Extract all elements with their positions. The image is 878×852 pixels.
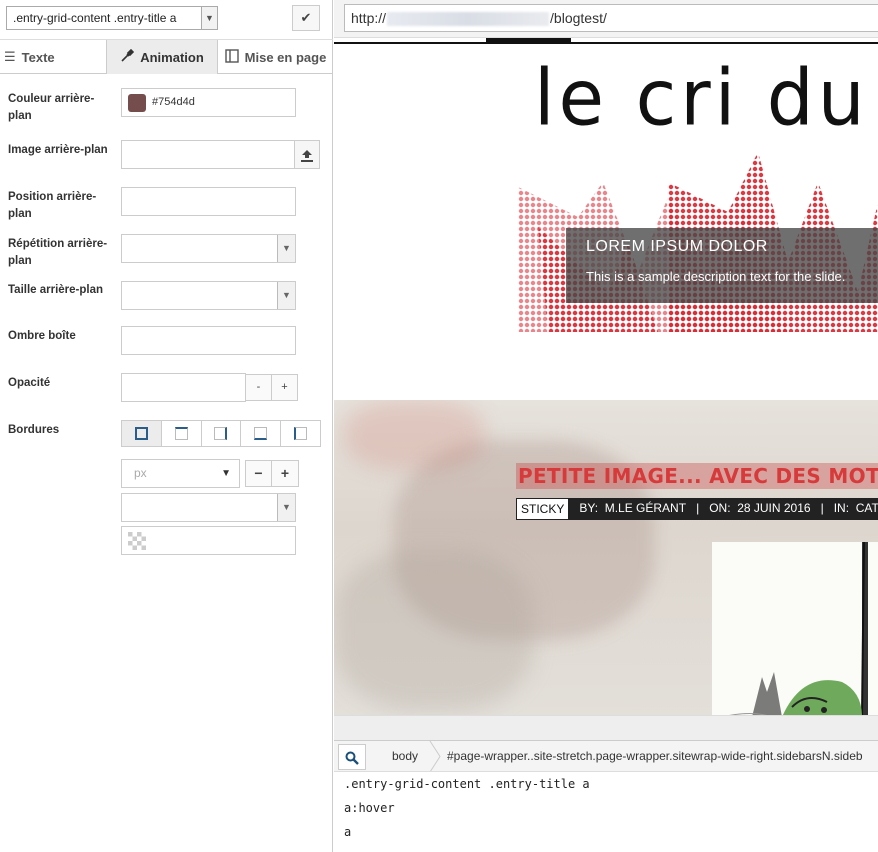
url-suffix: /blogtest/ xyxy=(550,10,607,26)
align-left-icon: ☰ xyxy=(4,49,16,64)
css-selector-value: .entry-grid-content .entry-title a xyxy=(13,11,177,25)
opacity-increase-button[interactable]: + xyxy=(271,374,298,401)
editor-toolbar: .entry-grid-content .entry-title a ▼ ✔ xyxy=(0,0,333,40)
search-icon xyxy=(345,751,359,765)
tab-mise-en-page-label: Mise en page xyxy=(244,49,327,65)
bg-position-input[interactable] xyxy=(121,187,296,216)
check-icon: ✔ xyxy=(300,10,312,25)
post-meta: STICKY BY: M.LE GÉRANT | ON: 28 JUIN 201… xyxy=(516,498,878,520)
chevron-down-icon[interactable]: ▼ xyxy=(201,7,217,29)
post-title-link[interactable]: PETITE IMAGE... AVEC DES MOTS « xyxy=(516,463,878,489)
border-width-decrease-button[interactable]: − xyxy=(245,460,272,487)
header-rule xyxy=(334,42,878,44)
box-shadow-input[interactable] xyxy=(121,326,296,355)
tab-animation[interactable]: Animation xyxy=(107,40,218,74)
tab-mise-en-page[interactable]: Mise en page xyxy=(218,40,333,74)
opacity-label: Opacité xyxy=(8,377,51,389)
bg-repeat-label: Répétition arrière-plan xyxy=(8,238,108,267)
inspect-search-button[interactable] xyxy=(338,744,366,770)
caret-down-icon: ▼ xyxy=(221,468,231,479)
bg-image-label: Image arrière-plan xyxy=(8,144,108,156)
css-rule-item[interactable]: a:hover xyxy=(344,801,395,815)
css-rule-item[interactable]: a xyxy=(344,825,351,839)
panel-resize-bar[interactable] xyxy=(334,715,878,741)
border-right-icon xyxy=(214,427,228,440)
box-shadow-label: Ombre boîte xyxy=(8,330,76,342)
border-width-increase-button[interactable]: + xyxy=(271,460,299,487)
breadcrumb-chevron-icon xyxy=(429,741,441,771)
upload-button[interactable] xyxy=(294,140,320,169)
bg-color-label: Couleur arrière-plan xyxy=(8,93,95,122)
url-prefix: http:// xyxy=(351,10,387,26)
chevron-down-icon: ▼ xyxy=(277,235,295,262)
layout-icon xyxy=(224,48,239,66)
by-label: BY: xyxy=(579,501,599,515)
borders-label: Bordures xyxy=(8,424,60,436)
category-value: CAT A, xyxy=(855,501,878,515)
css-selector-dropdown[interactable]: .entry-grid-content .entry-title a ▼ xyxy=(6,6,218,30)
bg-color-field[interactable]: #754d4d xyxy=(121,88,296,117)
border-top-button[interactable] xyxy=(161,421,202,446)
bg-color-value: #754d4d xyxy=(152,96,195,108)
bg-image-input[interactable] xyxy=(121,140,296,169)
apply-check-button[interactable]: ✔ xyxy=(292,5,320,31)
breadcrumb-item-body[interactable]: body xyxy=(392,741,418,771)
color-swatch[interactable] xyxy=(128,94,146,112)
address-bar-container: http:// /blogtest/ xyxy=(334,0,878,38)
border-unit-select[interactable]: px ▼ xyxy=(121,459,240,488)
preview-area: http:// /blogtest/ le cri du LOREM IPSUM … xyxy=(334,0,878,852)
border-top-icon xyxy=(174,427,188,440)
breadcrumb-item-page-wrapper[interactable]: #page-wrapper..site-stretch.page-wrapper… xyxy=(447,741,863,771)
bg-size-select[interactable]: ▼ xyxy=(121,281,296,310)
eyedropper-icon xyxy=(120,48,135,66)
post-category[interactable]: IN: CAT A, xyxy=(824,498,878,520)
bg-repeat-select[interactable]: ▼ xyxy=(121,234,296,263)
element-breadcrumbs: body #page-wrapper..site-stretch.page-wr… xyxy=(334,741,878,772)
editor-tabs: ☰ Texte Animation Mise en page xyxy=(0,40,333,74)
tab-animation-label: Animation xyxy=(140,49,204,65)
url-redacted-domain xyxy=(387,12,550,27)
border-unit-value: px xyxy=(134,466,147,480)
border-all-button[interactable] xyxy=(122,421,162,446)
border-bottom-icon xyxy=(254,427,268,440)
post-thumbnail-image[interactable] xyxy=(712,542,878,715)
border-side-toggle-group xyxy=(121,420,321,447)
border-left-button[interactable] xyxy=(281,421,320,446)
border-all-icon xyxy=(134,427,148,440)
opacity-decrease-button[interactable]: - xyxy=(245,374,272,401)
border-left-icon xyxy=(294,427,308,440)
featured-post: PETITE IMAGE... AVEC DES MOTS « STICKY B… xyxy=(334,400,878,715)
border-bottom-button[interactable] xyxy=(241,421,282,446)
tab-texte-label: Texte xyxy=(21,49,55,65)
date-value: 28 JUIN 2016 xyxy=(737,501,811,515)
slider-caption: LOREM IPSUM DOLOR This is a sample descr… xyxy=(566,228,878,303)
chevron-down-icon: ▼ xyxy=(277,282,295,309)
post-date: ON: 28 JUIN 2016 xyxy=(699,498,820,520)
css-rule-item[interactable]: .entry-grid-content .entry-title a xyxy=(344,777,590,791)
site-logo-text[interactable]: le cri du xyxy=(534,56,869,140)
border-right-button[interactable] xyxy=(201,421,242,446)
style-editor-panel: .entry-grid-content .entry-title a ▼ ✔ ☰… xyxy=(0,0,333,852)
chevron-down-icon: ▼ xyxy=(277,494,295,521)
slide-title: LOREM IPSUM DOLOR xyxy=(586,238,768,255)
upload-icon xyxy=(301,149,313,162)
in-label: IN: xyxy=(833,501,850,515)
opacity-input[interactable] xyxy=(121,373,246,402)
border-color-field[interactable] xyxy=(121,526,296,555)
bg-position-label: Position arrière-plan xyxy=(8,191,97,220)
post-author[interactable]: BY: M.LE GÉRANT xyxy=(569,498,696,520)
sticky-badge: STICKY xyxy=(516,498,570,520)
on-label: ON: xyxy=(709,501,731,515)
transparent-swatch-icon[interactable] xyxy=(128,532,146,550)
author-name: M.LE GÉRANT xyxy=(604,501,687,515)
bg-size-label: Taille arrière-plan xyxy=(8,284,104,296)
border-style-select[interactable]: ▼ xyxy=(121,493,296,522)
matched-css-rules-list: .entry-grid-content .entry-title a a:hov… xyxy=(334,772,878,852)
site-preview: le cri du LOREM IPSUM DOLOR This is a sa… xyxy=(334,38,878,715)
slide-description: This is a sample description text for th… xyxy=(586,269,846,284)
tab-texte[interactable]: ☰ Texte xyxy=(0,40,107,74)
url-input[interactable]: http:// /blogtest/ xyxy=(344,4,878,32)
